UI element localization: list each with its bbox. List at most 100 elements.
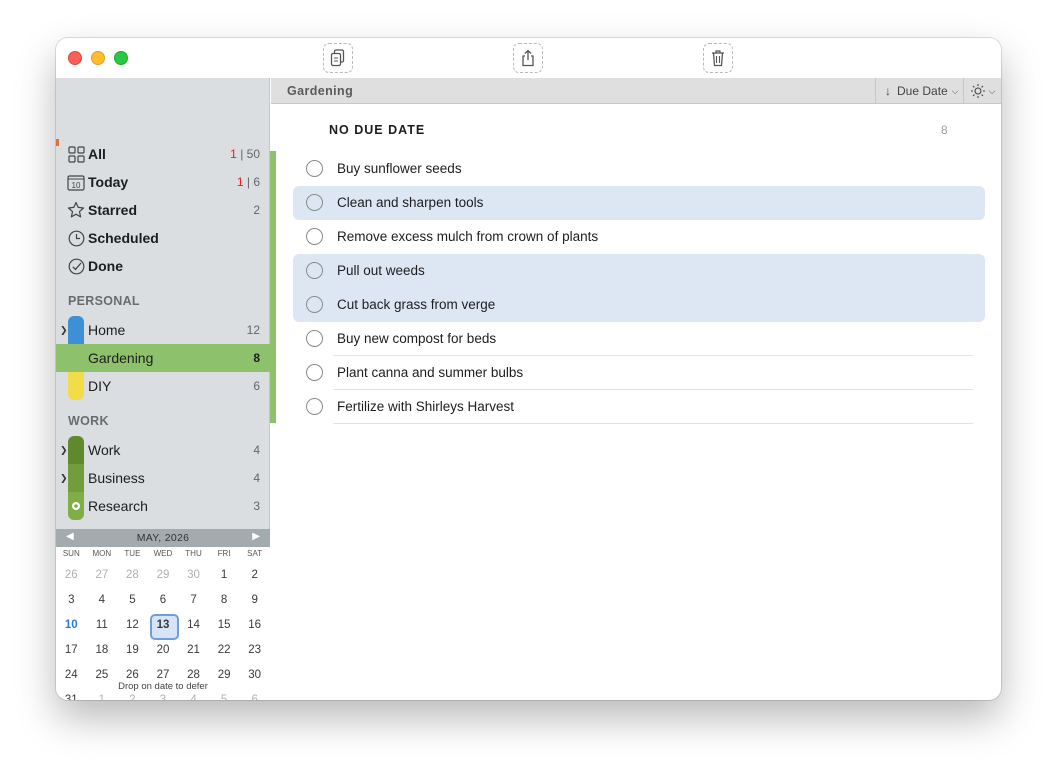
close-window-button[interactable] <box>68 51 82 65</box>
calendar-date[interactable]: 29 <box>148 565 179 590</box>
calendar-header: ◀ MAY, 2026 ▶ <box>56 529 270 547</box>
disclosure-arrow-icon[interactable]: ❯ <box>60 325 68 336</box>
calendar-day-names: SUN MON TUE WED THU FRI SAT <box>56 549 270 563</box>
calendar-date[interactable]: 11 <box>87 615 118 640</box>
sidebar: All 1 | 50 10 Today 1 | 6 Starred 2 Sche… <box>56 78 270 700</box>
minimize-window-button[interactable] <box>91 51 105 65</box>
calendar-week: 26 27 28 29 30 1 2 <box>56 565 270 590</box>
sidebar-item-business[interactable]: ❯ Business 4 <box>56 464 270 492</box>
sidebar-item-label: Home <box>88 322 126 338</box>
calendar-date[interactable]: 12 <box>117 615 148 640</box>
calendar-date[interactable]: 1 <box>209 565 240 590</box>
svg-text:10: 10 <box>72 181 81 190</box>
section-header-work: WORK <box>68 414 109 428</box>
calendar-date[interactable]: 26 <box>56 565 87 590</box>
title-bar <box>56 38 1001 78</box>
task-row[interactable]: Pull out weeds <box>293 254 985 288</box>
next-month-icon[interactable]: ▶ <box>252 531 260 542</box>
task-row[interactable]: Plant canna and summer bulbs <box>293 356 985 390</box>
calendar-date[interactable]: 19 <box>117 640 148 665</box>
calendar-date[interactable]: 20 <box>148 640 179 665</box>
sidebar-item-gardening[interactable]: Gardening 8 <box>56 344 270 372</box>
zoom-window-button[interactable] <box>114 51 128 65</box>
sidebar-item-all[interactable]: All 1 | 50 <box>56 140 270 168</box>
sort-direction-icon: ↓ <box>885 84 891 98</box>
sidebar-item-research[interactable]: Research 3 <box>56 492 270 520</box>
sidebar-item-work[interactable]: ❯ Work 4 <box>56 436 270 464</box>
sort-label: Due Date <box>897 84 948 98</box>
calendar-date[interactable]: 2 <box>239 565 270 590</box>
sidebar-item-count: 4 <box>253 443 260 457</box>
task-row[interactable]: Buy new compost for beds <box>293 322 985 356</box>
group-header: NO DUE DATE <box>329 123 426 137</box>
task-row[interactable]: Remove excess mulch from crown of plants <box>293 220 985 254</box>
mini-calendar: ◀ MAY, 2026 ▶ SUN MON TUE WED THU FRI SAT 26 27… <box>56 529 270 700</box>
calendar-date[interactable]: 7 <box>178 590 209 615</box>
task-title: Clean and sharpen tools <box>337 195 484 210</box>
calendar-date[interactable]: 27 <box>87 565 118 590</box>
calendar-date[interactable]: 10 <box>56 615 87 640</box>
calendar-date[interactable]: 3 <box>56 590 87 615</box>
share-button[interactable] <box>513 43 543 73</box>
sidebar-item-label: Work <box>88 442 121 458</box>
sidebar-item-label: Done <box>88 258 123 274</box>
view-options-dropdown[interactable]: ⌵ <box>963 78 1001 104</box>
task-checkbox[interactable] <box>306 398 323 415</box>
calendar-date[interactable]: 28 <box>117 565 148 590</box>
calendar-footer-hint: Drop on date to defer <box>118 681 208 692</box>
calendar-day-name: FRI <box>217 549 231 558</box>
sidebar-item-label: Today <box>88 174 129 190</box>
calendar-date[interactable]: 16 <box>239 615 270 640</box>
calendar-date[interactable]: 13 <box>148 614 179 640</box>
sidebar-item-scheduled[interactable]: Scheduled <box>56 224 270 252</box>
calendar-date[interactable]: 30 <box>178 565 209 590</box>
sidebar-item-diy[interactable]: DIY 6 <box>56 372 270 400</box>
task-checkbox[interactable] <box>306 364 323 381</box>
calendar-date[interactable]: 5 <box>117 590 148 615</box>
task-title: Pull out weeds <box>337 263 425 278</box>
calendar-date[interactable]: 21 <box>178 640 209 665</box>
task-checkbox[interactable] <box>306 330 323 347</box>
calendar-date[interactable]: 22 <box>209 640 240 665</box>
copy-button[interactable] <box>323 43 353 73</box>
calendar-date[interactable]: 18 <box>87 640 118 665</box>
sidebar-item-done[interactable]: Done <box>56 252 270 280</box>
checkmark-circle-icon <box>66 256 86 276</box>
sidebar-item-starred[interactable]: Starred 2 <box>56 196 270 224</box>
task-row[interactable]: Fertilize with Shirleys Harvest <box>293 390 985 424</box>
calendar-date[interactable]: 9 <box>239 590 270 615</box>
list-color-tab <box>68 316 84 344</box>
calendar-date[interactable]: 15 <box>209 615 240 640</box>
sidebar-item-count: 4 <box>253 471 260 485</box>
app-window: All 1 | 50 10 Today 1 | 6 Starred 2 Sche… <box>56 38 1001 700</box>
task-checkbox[interactable] <box>306 160 323 177</box>
task-row[interactable]: Buy sunflower seeds <box>293 152 985 186</box>
disclosure-arrow-icon[interactable]: ❯ <box>60 445 68 456</box>
task-row[interactable]: Cut back grass from verge <box>293 288 985 322</box>
calendar-date[interactable]: 14 <box>178 615 209 640</box>
calendar-day-icon: 10 <box>66 172 86 192</box>
task-checkbox[interactable] <box>306 262 323 279</box>
delete-button[interactable] <box>703 43 733 73</box>
list-title: Gardening <box>287 84 354 98</box>
task-row[interactable]: Clean and sharpen tools <box>293 186 985 220</box>
task-checkbox[interactable] <box>306 296 323 313</box>
sidebar-item-home[interactable]: ❯ Home 12 <box>56 316 270 344</box>
sidebar-item-count: 3 <box>253 499 260 513</box>
sidebar-item-today[interactable]: 10 Today 1 | 6 <box>56 168 270 196</box>
task-title: Buy new compost for beds <box>337 331 497 346</box>
list-color-tab <box>68 464 84 492</box>
task-checkbox[interactable] <box>306 194 323 211</box>
calendar-date[interactable]: 8 <box>209 590 240 615</box>
sort-dropdown[interactable]: ↓ Due Date ⌵ <box>875 78 963 104</box>
copy-icon <box>330 49 345 67</box>
disclosure-arrow-icon[interactable]: ❯ <box>60 473 68 484</box>
calendar-date[interactable]: 17 <box>56 640 87 665</box>
calendar-date[interactable]: 6 <box>148 590 179 615</box>
list-color-tab <box>68 372 84 400</box>
calendar-date[interactable]: 4 <box>87 590 118 615</box>
calendar-date[interactable]: 23 <box>239 640 270 665</box>
task-checkbox[interactable] <box>306 228 323 245</box>
sidebar-item-count: 1 | 6 <box>236 175 260 189</box>
calendar-week: 17 18 19 20 21 22 23 <box>56 640 270 665</box>
